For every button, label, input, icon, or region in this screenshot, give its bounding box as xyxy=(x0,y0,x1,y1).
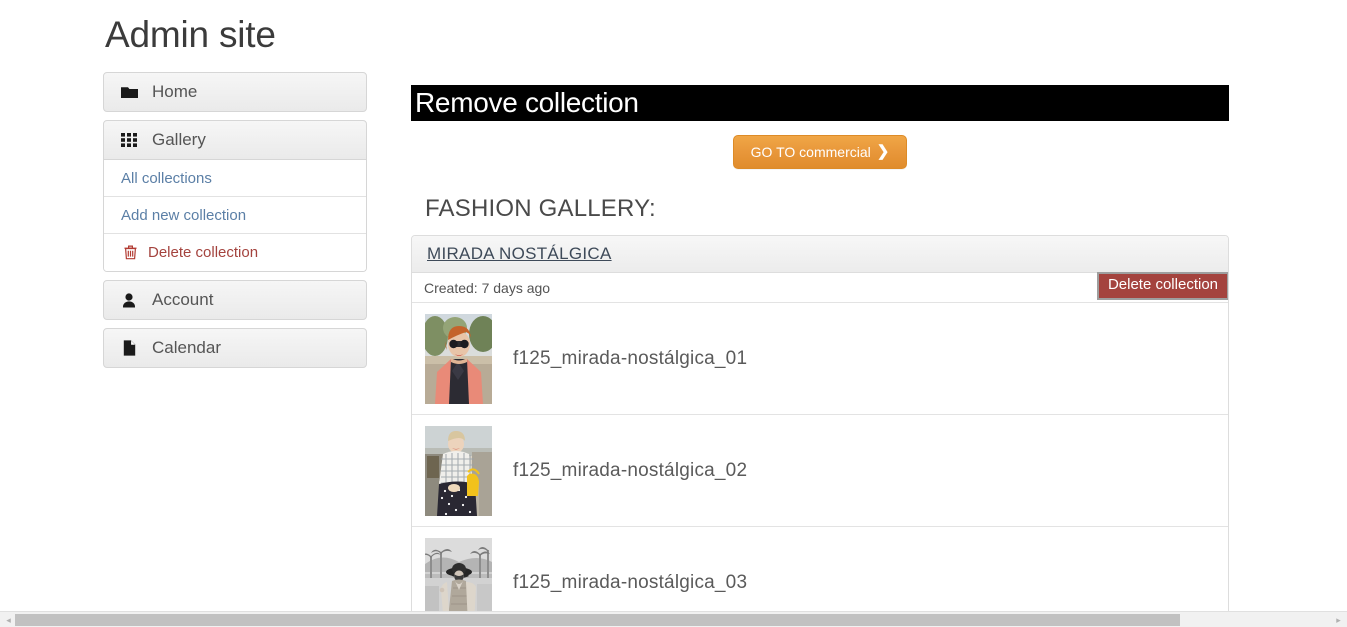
chevron-right-icon: ❯ xyxy=(876,143,890,160)
delete-collection-button[interactable]: Delete collection xyxy=(1096,272,1228,300)
collection-panel: MIRADA NOSTÁLGICA Created: 7 days ago De… xyxy=(411,235,1229,627)
sidebar-item-all-collections-label: All collections xyxy=(121,169,212,187)
sidebar-item-all-collections[interactable]: All collections xyxy=(104,160,366,198)
collection-name-link[interactable]: MIRADA NOSTÁLGICA xyxy=(427,244,612,264)
sidebar-item-gallery[interactable]: Gallery xyxy=(103,120,367,161)
image-row[interactable]: f125_mirada-nostálgica_01 xyxy=(412,303,1228,415)
sidebar-item-delete-collection[interactable]: Delete collection xyxy=(104,234,366,272)
collection-created-text: Created: 7 days ago xyxy=(424,279,551,296)
go-to-commercial-label: GO TO commercial xyxy=(750,143,871,160)
sidebar-item-add-new-collection-label: Add new collection xyxy=(121,206,247,224)
image-name: f125_mirada-nostálgica_01 xyxy=(513,347,748,369)
sidebar-item-add-new-collection[interactable]: Add new collection xyxy=(104,197,366,235)
gallery-heading: FASHION GALLERY: xyxy=(425,195,656,222)
file-icon xyxy=(118,340,140,356)
main-content: Remove collection GO TO commercial ❯ FAS… xyxy=(411,0,1229,627)
trash-icon xyxy=(121,245,139,260)
sidebar-item-gallery-label: Gallery xyxy=(152,130,206,150)
collection-panel-header: MIRADA NOSTÁLGICA xyxy=(412,236,1228,273)
woman-checkered-shirt-yellow-bag-thumb xyxy=(425,425,492,516)
go-to-commercial-button[interactable]: GO TO commercial ❯ xyxy=(732,135,908,169)
sidebar: Admin site Home Gallery All collections … xyxy=(103,12,367,376)
admin-page: Admin site Home Gallery All collections … xyxy=(0,0,1347,627)
thumbnail-image xyxy=(425,425,492,516)
horizontal-scrollbar[interactable]: ◂ ▸ xyxy=(0,611,1347,627)
site-title: Admin site xyxy=(105,14,276,55)
sidebar-group-gallery: Gallery All collections Add new collecti… xyxy=(103,120,367,273)
commercial-button-row: GO TO commercial ❯ xyxy=(411,135,1229,169)
horizontal-scrollbar-thumb[interactable] xyxy=(15,614,1180,626)
page-title: Remove collection xyxy=(415,87,639,118)
folder-icon xyxy=(118,85,140,100)
sidebar-item-delete-collection-label: Delete collection xyxy=(148,244,259,262)
sidebar-gallery-sublist: All collections Add new collection Delet… xyxy=(103,160,367,273)
sidebar-group-calendar: Calendar xyxy=(103,328,367,369)
sidebar-item-home[interactable]: Home xyxy=(103,72,367,113)
woman-sunglasses-coral-shawl-thumb xyxy=(425,313,492,404)
scroll-right-arrow-icon[interactable]: ▸ xyxy=(1334,616,1343,625)
sidebar-item-account-label: Account xyxy=(152,290,214,310)
sidebar-group-account: Account xyxy=(103,280,367,321)
sidebar-item-home-label: Home xyxy=(152,82,198,102)
page-title-bar: Remove collection xyxy=(411,85,1229,121)
sidebar-item-calendar[interactable]: Calendar xyxy=(103,328,367,369)
thumbnail-image xyxy=(425,313,492,404)
collection-meta-row: Created: 7 days ago Delete collection xyxy=(412,272,1228,303)
image-row[interactable]: f125_mirada-nostálgica_02 xyxy=(412,415,1228,527)
sidebar-item-account[interactable]: Account xyxy=(103,280,367,321)
image-name: f125_mirada-nostálgica_02 xyxy=(513,459,748,481)
sidebar-group-home: Home xyxy=(103,72,367,113)
scroll-left-arrow-icon[interactable]: ◂ xyxy=(4,616,13,625)
user-icon xyxy=(118,293,140,308)
image-name: f125_mirada-nostálgica_03 xyxy=(513,572,748,593)
grid-icon xyxy=(118,133,140,148)
sidebar-item-calendar-label: Calendar xyxy=(152,338,221,358)
